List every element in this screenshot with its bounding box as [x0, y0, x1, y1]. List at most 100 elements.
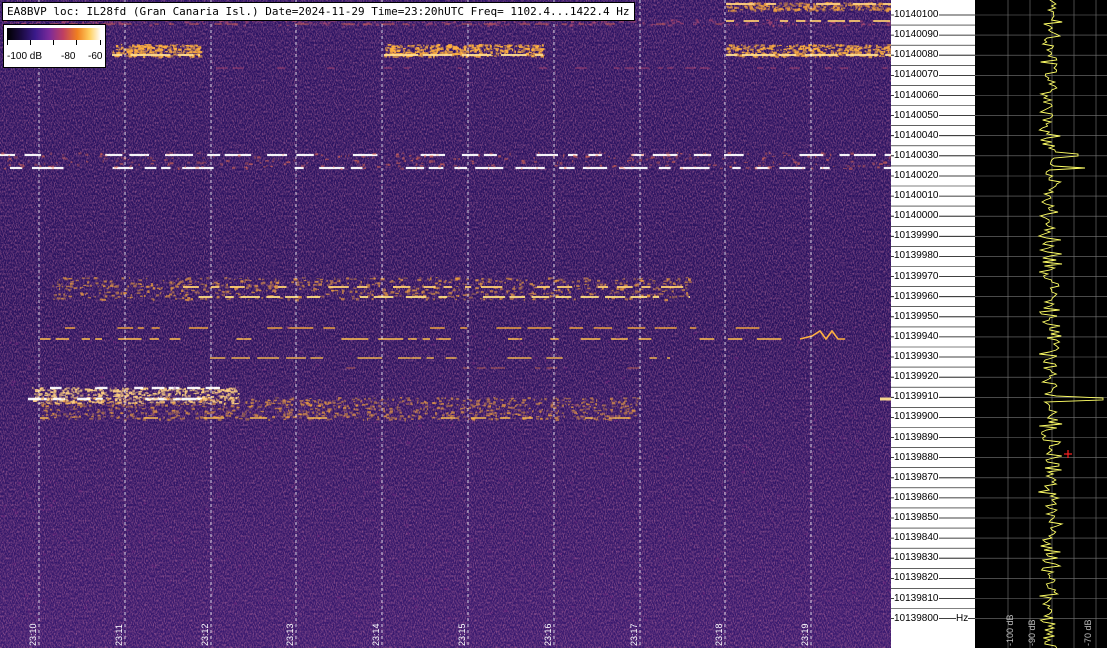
- signal-speckle: [351, 295, 355, 297]
- signal-speckle: [536, 45, 538, 48]
- signal-speckle: [470, 540, 474, 542]
- signal-speckle: [39, 387, 42, 391]
- signal-speckle: [495, 52, 498, 55]
- signal-speckle: [462, 416, 466, 418]
- signal-speckle: [425, 23, 428, 26]
- signal-speckle: [746, 167, 750, 170]
- signal-speckle: [95, 385, 98, 388]
- signal-speckle: [754, 167, 758, 170]
- signal-speckle: [846, 24, 850, 26]
- signal-speckle: [391, 416, 395, 419]
- signal-speckle: [421, 157, 423, 160]
- signal-speckle: [878, 46, 882, 48]
- signal-trace: [408, 338, 417, 340]
- signal-speckle: [140, 295, 143, 297]
- signal-speckle: [174, 413, 178, 415]
- signal-speckle: [222, 407, 226, 409]
- signal-speckle: [261, 297, 264, 299]
- signal-speckle: [666, 456, 669, 459]
- signal-speckle: [523, 411, 526, 414]
- signal-speckle: [85, 293, 87, 295]
- signal-speckle: [349, 278, 354, 280]
- signal-speckle: [772, 161, 774, 164]
- signal-speckle: [126, 529, 131, 531]
- signal-speckle: [203, 402, 206, 404]
- signal-speckle: [385, 163, 390, 166]
- signal-trace: [742, 54, 775, 56]
- signal-speckle: [451, 523, 454, 526]
- signal-speckle: [479, 49, 481, 53]
- signal-speckle: [691, 338, 694, 340]
- signal-speckle: [117, 415, 120, 419]
- signal-speckle: [151, 298, 154, 300]
- signal-speckle: [52, 533, 57, 536]
- signal-speckle: [53, 389, 57, 393]
- spectrum-panel[interactable]: -100 dB -90 dB -70 dB: [975, 0, 1107, 648]
- signal-speckle: [249, 163, 253, 165]
- signal-speckle: [874, 52, 876, 55]
- signal-speckle: [595, 328, 599, 330]
- signal-speckle: [70, 285, 73, 288]
- waterfall-display[interactable]: 23:10 23:11 23:12 23:13 23:14 23:15 23:16 23:17…: [0, 0, 891, 648]
- signal-speckle: [225, 286, 229, 289]
- signal-speckle: [823, 8, 826, 10]
- signal-speckle: [586, 166, 590, 168]
- signal-speckle: [13, 509, 17, 511]
- signal-speckle: [206, 277, 210, 280]
- signal-speckle: [373, 401, 377, 404]
- signal-speckle: [64, 387, 67, 390]
- signal-speckle: [484, 44, 489, 47]
- signal-trace: [214, 23, 223, 25]
- signal-speckle: [663, 515, 666, 518]
- signal-trace: [507, 357, 532, 359]
- signal-speckle: [32, 513, 36, 515]
- signal-speckle: [653, 294, 656, 297]
- signal-speckle: [704, 522, 707, 525]
- signal-speckle: [887, 354, 890, 356]
- signal-speckle: [643, 582, 647, 584]
- signal-speckle: [170, 286, 174, 290]
- signal-speckle: [81, 403, 86, 406]
- signal-speckle: [579, 405, 581, 407]
- signal-speckle: [315, 23, 318, 25]
- signal-speckle: [48, 481, 52, 483]
- signal-speckle: [520, 286, 524, 288]
- signal-speckle: [610, 416, 614, 419]
- signal-trace: [393, 286, 411, 288]
- signal-speckle: [63, 413, 67, 416]
- signal-speckle: [463, 298, 466, 301]
- signal-speckle: [288, 362, 291, 364]
- signal-speckle: [513, 417, 516, 419]
- signal-trace: [346, 367, 356, 369]
- signal-speckle: [495, 408, 500, 410]
- signal-speckle: [425, 405, 429, 408]
- signal-speckle: [113, 548, 115, 551]
- signal-speckle: [127, 297, 129, 299]
- signal-speckle: [570, 404, 574, 406]
- signal-speckle: [468, 406, 471, 410]
- signal-speckle: [167, 164, 170, 166]
- signal-speckle: [103, 154, 108, 157]
- signal-speckle: [510, 48, 513, 50]
- signal-speckle: [371, 284, 375, 286]
- signal-speckle: [489, 612, 493, 614]
- signal-speckle: [83, 284, 87, 286]
- signal-speckle: [436, 154, 439, 156]
- signal-speckle: [355, 417, 359, 419]
- signal-speckle: [596, 21, 598, 24]
- signal-speckle: [189, 56, 194, 59]
- signal-speckle: [143, 388, 146, 391]
- signal-speckle: [58, 404, 60, 406]
- signal-speckle: [120, 412, 124, 414]
- signal-speckle: [153, 434, 156, 437]
- signal-speckle: [182, 498, 184, 501]
- signal-speckle: [221, 294, 225, 297]
- signal-speckle: [52, 413, 54, 415]
- signal-speckle: [228, 278, 232, 280]
- signal-speckle: [568, 325, 572, 328]
- signal-speckle: [169, 281, 173, 284]
- signal-speckle: [372, 405, 375, 407]
- signal-speckle: [352, 413, 356, 417]
- signal-speckle: [121, 277, 125, 280]
- signal-speckle: [99, 393, 103, 397]
